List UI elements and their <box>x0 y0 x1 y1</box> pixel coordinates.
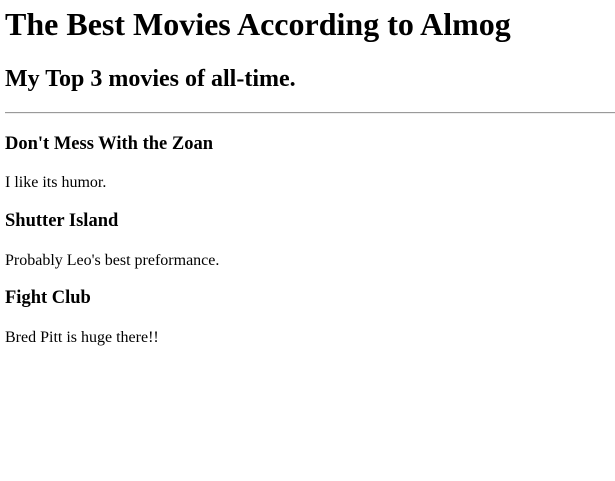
movie-title-3: Fight Club <box>5 288 91 308</box>
page-body: The Best Movies According to Almog My To… <box>0 0 615 481</box>
movie-description-2: Probably Leo's best preformance. <box>5 252 220 269</box>
page-title: The Best Movies According to Almog <box>5 6 511 42</box>
movie-title-1: Don't Mess With the Zoan <box>5 134 213 154</box>
movie-description-3: Bred Pitt is huge there!! <box>5 329 159 346</box>
movie-title-2: Shutter Island <box>5 211 119 231</box>
movie-description-1: I like its humor. <box>5 174 107 191</box>
horizontal-divider <box>5 112 615 114</box>
page-subtitle: My Top 3 movies of all-time. <box>5 66 296 92</box>
